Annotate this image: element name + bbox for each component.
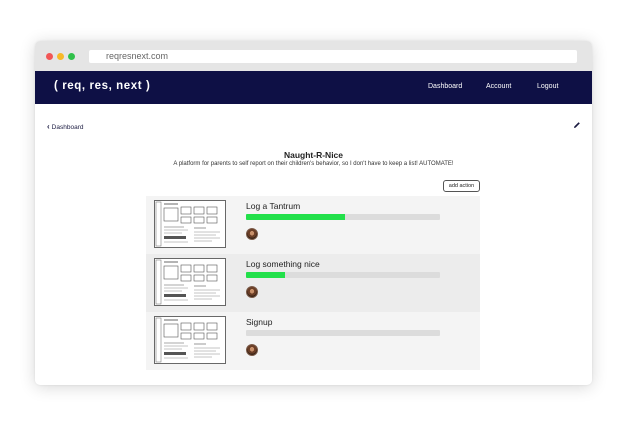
nav-logout-link[interactable]: Logout [537, 83, 558, 90]
progress-fill [246, 214, 345, 220]
nav-dashboard-link[interactable]: Dashboard [428, 83, 462, 90]
browser-window: reqresnext.com ( req, res, next ) Dashbo… [35, 41, 592, 385]
action-label: Log a Tantrum [246, 201, 301, 211]
pencil-icon[interactable] [573, 121, 581, 129]
action-label: Log something nice [246, 259, 320, 269]
progress-fill [246, 272, 285, 278]
user-avatar[interactable] [246, 286, 258, 298]
user-avatar[interactable] [246, 344, 258, 356]
brand-logo[interactable]: ( req, res, next ) [54, 80, 150, 92]
progress-bar [246, 330, 440, 336]
nav-account-link[interactable]: Account [486, 83, 511, 90]
project-title: Naught-R-Nice [283, 150, 344, 160]
action-row[interactable]: Signup [146, 312, 480, 370]
action-row[interactable]: Log a Tantrum [146, 196, 480, 254]
project-description: A platform for parents to self report on… [173, 161, 454, 167]
back-link-label: Dashboard [51, 124, 84, 131]
action-label: Signup [246, 317, 273, 327]
action-list: Log a Tantrum Log something nice Signup [146, 196, 480, 370]
address-bar[interactable]: reqresnext.com [89, 50, 577, 63]
chevron-left-icon: ‹ [47, 122, 50, 131]
progress-bar [246, 272, 440, 278]
add-action-button[interactable]: add action [443, 180, 480, 192]
top-navbar: ( req, res, next ) Dashboard Account Log… [35, 71, 592, 104]
wireframe-thumbnail [154, 200, 226, 248]
wireframe-thumbnail [154, 316, 226, 364]
wireframe-thumbnail [154, 258, 226, 306]
action-row[interactable]: Log something nice [146, 254, 480, 312]
minimize-window-icon[interactable] [57, 53, 64, 60]
progress-bar [246, 214, 440, 220]
user-avatar[interactable] [246, 228, 258, 240]
back-to-dashboard-link[interactable]: ‹ Dashboard [47, 122, 83, 131]
close-window-icon[interactable] [46, 53, 53, 60]
browser-chrome: reqresnext.com [35, 41, 592, 71]
maximize-window-icon[interactable] [68, 53, 75, 60]
